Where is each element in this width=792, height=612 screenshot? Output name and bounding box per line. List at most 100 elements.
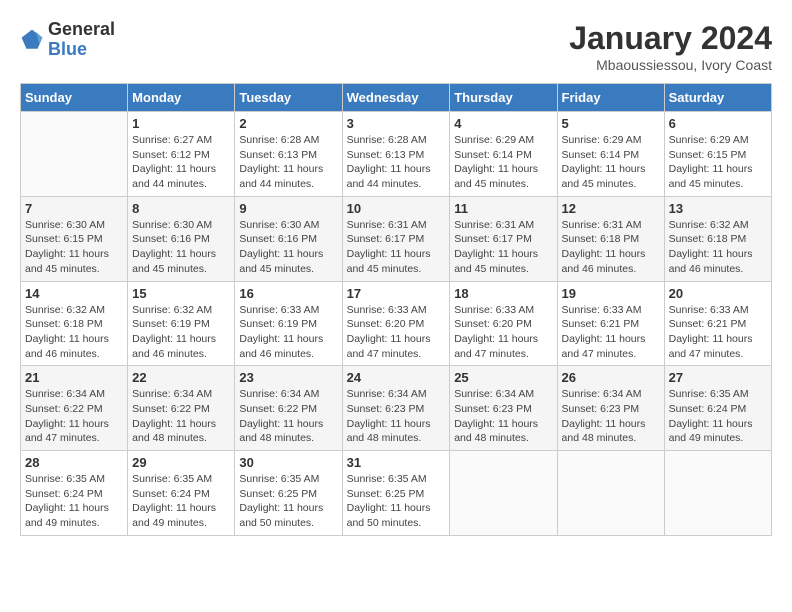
day-number: 18 bbox=[454, 286, 552, 301]
day-header-wednesday: Wednesday bbox=[342, 84, 450, 112]
day-number: 17 bbox=[347, 286, 446, 301]
day-number: 14 bbox=[25, 286, 123, 301]
calendar-cell: 5 Sunrise: 6:29 AM Sunset: 6:14 PM Daylig… bbox=[557, 112, 664, 197]
logo-icon bbox=[20, 28, 44, 52]
day-header-sunday: Sunday bbox=[21, 84, 128, 112]
calendar-cell bbox=[664, 451, 771, 536]
calendar-cell: 30Sunrise: 6:35 AM Sunset: 6:25 PM Dayli… bbox=[235, 451, 342, 536]
calendar-cell: 31 Sunrise: 6:35 AM Sunset: 6:25 PM Dayli… bbox=[342, 451, 450, 536]
logo-text-general: General bbox=[48, 20, 115, 40]
day-number: 12 bbox=[562, 201, 660, 216]
calendar-subtitle: Mbaoussiessou, Ivory Coast bbox=[569, 57, 772, 73]
day-detail: Sunrise: 6:30 AM Sunset: 6:15 PM Dayligh… bbox=[25, 218, 123, 277]
day-number: 31 bbox=[347, 455, 446, 470]
calendar-table: SundayMondayTuesdayWednesdayThursdayFrid… bbox=[20, 83, 772, 536]
calendar-title: January 2024 bbox=[569, 20, 772, 57]
day-detail: Sunrise: 6:35 AM Sunset: 6:24 PM Dayligh… bbox=[669, 387, 767, 446]
day-detail: Sunrise: 6:32 AM Sunset: 6:18 PM Dayligh… bbox=[25, 303, 123, 362]
calendar-cell: 2 Sunrise: 6:28 AM Sunset: 6:13 PM Daylig… bbox=[235, 112, 342, 197]
day-number: 30 bbox=[239, 455, 337, 470]
day-detail: Sunrise: 6:34 AM Sunset: 6:22 PM Dayligh… bbox=[239, 387, 337, 446]
day-number: 28 bbox=[25, 455, 123, 470]
day-number: 20 bbox=[669, 286, 767, 301]
calendar-cell: 12Sunrise: 6:31 AM Sunset: 6:18 PM Dayli… bbox=[557, 196, 664, 281]
day-detail: Sunrise: 6:35 AM Sunset: 6:24 PM Dayligh… bbox=[25, 472, 123, 531]
calendar-cell: 25Sunrise: 6:34 AM Sunset: 6:23 PM Dayli… bbox=[450, 366, 557, 451]
day-detail: Sunrise: 6:35 AM Sunset: 6:25 PM Dayligh… bbox=[347, 472, 446, 531]
calendar-cell: 28 Sunrise: 6:35 AM Sunset: 6:24 PM Dayli… bbox=[21, 451, 128, 536]
day-detail: Sunrise: 6:28 AM Sunset: 6:13 PM Dayligh… bbox=[347, 133, 446, 192]
day-header-monday: Monday bbox=[128, 84, 235, 112]
day-detail: Sunrise: 6:34 AM Sunset: 6:23 PM Dayligh… bbox=[347, 387, 446, 446]
calendar-cell: 6 Sunrise: 6:29 AM Sunset: 6:15 PM Daylig… bbox=[664, 112, 771, 197]
calendar-cell bbox=[557, 451, 664, 536]
calendar-cell: 13 Sunrise: 6:32 AM Sunset: 6:18 PM Dayli… bbox=[664, 196, 771, 281]
calendar-cell: 10Sunrise: 6:31 AM Sunset: 6:17 PM Dayli… bbox=[342, 196, 450, 281]
day-number: 16 bbox=[239, 286, 337, 301]
day-number: 4 bbox=[454, 116, 552, 131]
day-detail: Sunrise: 6:29 AM Sunset: 6:14 PM Dayligh… bbox=[562, 133, 660, 192]
calendar-cell: 24 Sunrise: 6:34 AM Sunset: 6:23 PM Dayli… bbox=[342, 366, 450, 451]
day-number: 11 bbox=[454, 201, 552, 216]
day-number: 5 bbox=[562, 116, 660, 131]
day-number: 24 bbox=[347, 370, 446, 385]
calendar-cell: 22 Sunrise: 6:34 AM Sunset: 6:22 PM Dayli… bbox=[128, 366, 235, 451]
day-detail: Sunrise: 6:34 AM Sunset: 6:23 PM Dayligh… bbox=[454, 387, 552, 446]
logo-text-blue: Blue bbox=[48, 40, 115, 60]
day-number: 27 bbox=[669, 370, 767, 385]
day-detail: Sunrise: 6:32 AM Sunset: 6:19 PM Dayligh… bbox=[132, 303, 230, 362]
day-number: 8 bbox=[132, 201, 230, 216]
day-detail: Sunrise: 6:33 AM Sunset: 6:20 PM Dayligh… bbox=[454, 303, 552, 362]
day-detail: Sunrise: 6:29 AM Sunset: 6:15 PM Dayligh… bbox=[669, 133, 767, 192]
calendar-cell: 16 Sunrise: 6:33 AM Sunset: 6:19 PM Dayli… bbox=[235, 281, 342, 366]
day-detail: Sunrise: 6:27 AM Sunset: 6:12 PM Dayligh… bbox=[132, 133, 230, 192]
day-detail: Sunrise: 6:32 AM Sunset: 6:18 PM Dayligh… bbox=[669, 218, 767, 277]
calendar-cell: 4 Sunrise: 6:29 AM Sunset: 6:14 PM Daylig… bbox=[450, 112, 557, 197]
title-block: January 2024 Mbaoussiessou, Ivory Coast bbox=[569, 20, 772, 73]
calendar-cell: 21Sunrise: 6:34 AM Sunset: 6:22 PM Dayli… bbox=[21, 366, 128, 451]
logo: General Blue bbox=[20, 20, 115, 60]
calendar-cell: 17 Sunrise: 6:33 AM Sunset: 6:20 PM Dayli… bbox=[342, 281, 450, 366]
calendar-cell: 1Sunrise: 6:27 AM Sunset: 6:12 PM Daylig… bbox=[128, 112, 235, 197]
day-header-saturday: Saturday bbox=[664, 84, 771, 112]
calendar-cell: 3Sunrise: 6:28 AM Sunset: 6:13 PM Daylig… bbox=[342, 112, 450, 197]
day-header-friday: Friday bbox=[557, 84, 664, 112]
calendar-cell: 9 Sunrise: 6:30 AM Sunset: 6:16 PM Daylig… bbox=[235, 196, 342, 281]
day-number: 9 bbox=[239, 201, 337, 216]
calendar-cell bbox=[21, 112, 128, 197]
day-detail: Sunrise: 6:31 AM Sunset: 6:17 PM Dayligh… bbox=[454, 218, 552, 277]
calendar-cell: 20 Sunrise: 6:33 AM Sunset: 6:21 PM Dayli… bbox=[664, 281, 771, 366]
day-header-thursday: Thursday bbox=[450, 84, 557, 112]
day-detail: Sunrise: 6:29 AM Sunset: 6:14 PM Dayligh… bbox=[454, 133, 552, 192]
calendar-cell: 27 Sunrise: 6:35 AM Sunset: 6:24 PM Dayli… bbox=[664, 366, 771, 451]
day-number: 2 bbox=[239, 116, 337, 131]
day-detail: Sunrise: 6:30 AM Sunset: 6:16 PM Dayligh… bbox=[132, 218, 230, 277]
day-number: 23 bbox=[239, 370, 337, 385]
day-detail: Sunrise: 6:28 AM Sunset: 6:13 PM Dayligh… bbox=[239, 133, 337, 192]
day-detail: Sunrise: 6:35 AM Sunset: 6:24 PM Dayligh… bbox=[132, 472, 230, 531]
day-detail: Sunrise: 6:34 AM Sunset: 6:22 PM Dayligh… bbox=[132, 387, 230, 446]
day-detail: Sunrise: 6:30 AM Sunset: 6:16 PM Dayligh… bbox=[239, 218, 337, 277]
calendar-cell: 26Sunrise: 6:34 AM Sunset: 6:23 PM Dayli… bbox=[557, 366, 664, 451]
day-detail: Sunrise: 6:33 AM Sunset: 6:21 PM Dayligh… bbox=[669, 303, 767, 362]
day-detail: Sunrise: 6:33 AM Sunset: 6:20 PM Dayligh… bbox=[347, 303, 446, 362]
calendar-cell: 15 Sunrise: 6:32 AM Sunset: 6:19 PM Dayli… bbox=[128, 281, 235, 366]
calendar-cell: 7 Sunrise: 6:30 AM Sunset: 6:15 PM Daylig… bbox=[21, 196, 128, 281]
day-number: 10 bbox=[347, 201, 446, 216]
day-number: 6 bbox=[669, 116, 767, 131]
day-number: 26 bbox=[562, 370, 660, 385]
day-detail: Sunrise: 6:33 AM Sunset: 6:19 PM Dayligh… bbox=[239, 303, 337, 362]
day-number: 22 bbox=[132, 370, 230, 385]
day-number: 29 bbox=[132, 455, 230, 470]
day-number: 13 bbox=[669, 201, 767, 216]
day-number: 7 bbox=[25, 201, 123, 216]
calendar-cell bbox=[450, 451, 557, 536]
calendar-cell: 18 Sunrise: 6:33 AM Sunset: 6:20 PM Dayli… bbox=[450, 281, 557, 366]
day-detail: Sunrise: 6:33 AM Sunset: 6:21 PM Dayligh… bbox=[562, 303, 660, 362]
calendar-cell: 11 Sunrise: 6:31 AM Sunset: 6:17 PM Dayli… bbox=[450, 196, 557, 281]
calendar-cell: 8 Sunrise: 6:30 AM Sunset: 6:16 PM Daylig… bbox=[128, 196, 235, 281]
calendar-cell: 19 Sunrise: 6:33 AM Sunset: 6:21 PM Dayli… bbox=[557, 281, 664, 366]
day-number: 21 bbox=[25, 370, 123, 385]
day-number: 15 bbox=[132, 286, 230, 301]
day-number: 19 bbox=[562, 286, 660, 301]
